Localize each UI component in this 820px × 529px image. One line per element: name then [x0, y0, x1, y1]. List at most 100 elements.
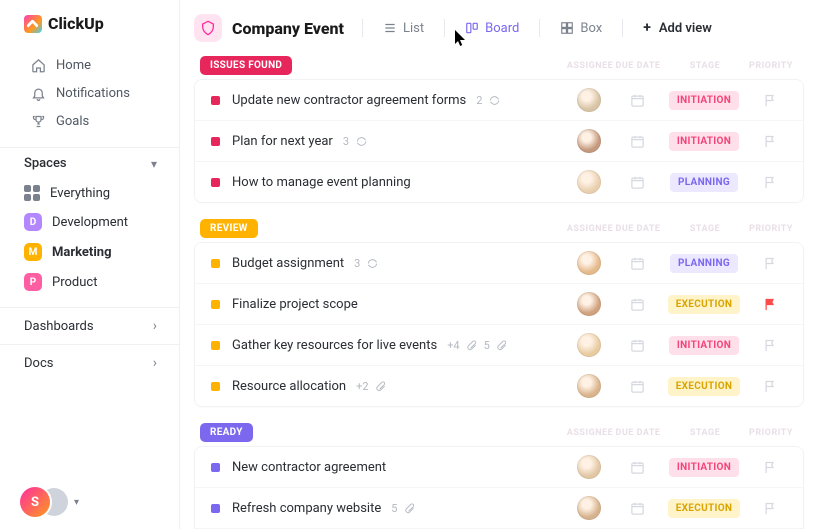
task-row[interactable]: New contractor agreementINITIATION [195, 447, 803, 487]
assignee-cell[interactable] [565, 455, 613, 479]
task-meta: +2 [356, 380, 386, 393]
due-date-cell[interactable] [613, 93, 661, 108]
add-view-button[interactable]: + Add view [635, 16, 720, 40]
priority-cell[interactable] [747, 297, 793, 312]
task-row[interactable]: Budget assignment3PLANNING [195, 243, 803, 283]
assignee-cell[interactable] [565, 88, 613, 112]
task-row[interactable]: Update new contractor agreement forms 2 IN… [195, 80, 803, 120]
priority-cell[interactable] [747, 460, 793, 475]
priority-cell[interactable] [747, 338, 793, 353]
assignee-cell[interactable] [565, 496, 613, 520]
stage-chip: INITIATION [669, 336, 739, 355]
sidebar-item-home[interactable]: Home [0, 51, 179, 79]
task-meta: 2 [476, 94, 500, 107]
sidebar-item-label: Development [52, 215, 128, 230]
task-list: Budget assignment3PLANNINGFinalize proje… [194, 242, 804, 407]
stage-cell[interactable]: EXECUTION [661, 499, 747, 518]
due-date-cell[interactable] [613, 501, 661, 516]
stage-cell[interactable]: INITIATION [661, 91, 747, 110]
sidebar-item-docs[interactable]: Docs › [0, 344, 179, 381]
list-icon [383, 21, 397, 35]
sidebar-item-dashboards[interactable]: Dashboards › [0, 307, 179, 344]
due-date-cell[interactable] [613, 379, 661, 394]
task-row[interactable]: Resource allocation +2 EXECUTION [195, 365, 803, 406]
plus-icon: + [643, 20, 651, 36]
sidebar-space-development[interactable]: DDevelopment [0, 207, 179, 237]
stage-cell[interactable]: INITIATION [661, 336, 747, 355]
view-list[interactable]: List [375, 17, 432, 40]
task-row[interactable]: Finalize project scopeEXECUTION [195, 283, 803, 324]
assignee-cell[interactable] [565, 292, 613, 316]
task-row[interactable]: Plan for next year3INITIATION [195, 120, 803, 161]
priority-cell[interactable] [747, 256, 793, 271]
task-meta: +45 [447, 339, 508, 352]
divider [362, 19, 363, 37]
sidebar-space-product[interactable]: PProduct [0, 267, 179, 297]
priority-cell[interactable] [747, 134, 793, 149]
status-dot-icon [211, 259, 220, 268]
priority-cell[interactable] [747, 175, 793, 190]
divider [444, 19, 445, 37]
task-columns: INITIATION [565, 455, 793, 479]
stage-cell[interactable]: INITIATION [661, 458, 747, 477]
board-icon [465, 21, 479, 35]
column-header-stage: STAGE [662, 428, 748, 438]
view-box[interactable]: Box [552, 17, 610, 40]
task-row[interactable]: Gather key resources for live events+45I… [195, 324, 803, 365]
sidebar-item-goals[interactable]: Goals [0, 107, 179, 135]
due-date-cell[interactable] [613, 175, 661, 190]
workspace-switcher[interactable]: S ▾ [20, 487, 79, 517]
task-meta: 5 [391, 502, 415, 515]
stage-cell[interactable]: INITIATION [661, 132, 747, 151]
task-row[interactable]: How to manage event planningPLANNING [195, 161, 803, 202]
priority-cell[interactable] [747, 93, 793, 108]
priority-cell[interactable] [747, 379, 793, 394]
column-header-due: DUE DATE [614, 224, 662, 234]
column-header-due: DUE DATE [614, 61, 662, 71]
assignee-cell[interactable] [565, 333, 613, 357]
stage-cell[interactable]: PLANNING [661, 173, 747, 192]
view-label: Board [485, 21, 519, 36]
due-date-cell[interactable] [613, 297, 661, 312]
status-pill[interactable]: REVIEW [200, 219, 258, 238]
main-content: Company Event List Board Box [180, 0, 820, 529]
avatar [577, 374, 601, 398]
stage-cell[interactable]: PLANNING [661, 254, 747, 273]
divider [539, 19, 540, 37]
avatar [577, 496, 601, 520]
divider [622, 19, 623, 37]
due-date-cell[interactable] [613, 256, 661, 271]
task-title: Update new contractor agreement forms [232, 93, 466, 108]
task-columns: EXECUTION [565, 292, 793, 316]
sidebar-item-label: Goals [56, 114, 89, 129]
stage-cell[interactable]: EXECUTION [661, 377, 747, 396]
task-columns: EXECUTION [565, 496, 793, 520]
due-date-cell[interactable] [613, 134, 661, 149]
stage-cell[interactable]: EXECUTION [661, 295, 747, 314]
view-board[interactable]: Board [457, 17, 527, 40]
assignee-cell[interactable] [565, 129, 613, 153]
assignee-cell[interactable] [565, 374, 613, 398]
status-dot-icon [211, 504, 220, 513]
task-row[interactable]: Refresh company website5EXECUTION [195, 487, 803, 528]
sidebar-item-everything[interactable]: Everything [0, 179, 179, 207]
priority-cell[interactable] [747, 501, 793, 516]
due-date-cell[interactable] [613, 338, 661, 353]
topbar: Company Event List Board Box [194, 10, 804, 52]
status-pill[interactable]: READY [200, 423, 253, 442]
task-title: Resource allocation [232, 379, 346, 394]
sidebar-nav: Home Notifications Goals [0, 47, 179, 139]
task-meta: 3 [354, 257, 378, 270]
status-pill[interactable]: ISSUES FOUND [200, 56, 292, 75]
assignee-cell[interactable] [565, 251, 613, 275]
recurring-icon [355, 135, 367, 147]
status-dot-icon [211, 463, 220, 472]
sidebar-item-notifications[interactable]: Notifications [0, 79, 179, 107]
status-dot-icon [211, 178, 220, 187]
assignee-cell[interactable] [565, 170, 613, 194]
sidebar-space-marketing[interactable]: MMarketing [0, 237, 179, 267]
recurring-icon [366, 257, 378, 269]
due-date-cell[interactable] [613, 460, 661, 475]
brand[interactable]: ClickUp [0, 14, 179, 47]
sidebar-spaces-header[interactable]: Spaces ▾ [0, 147, 179, 179]
